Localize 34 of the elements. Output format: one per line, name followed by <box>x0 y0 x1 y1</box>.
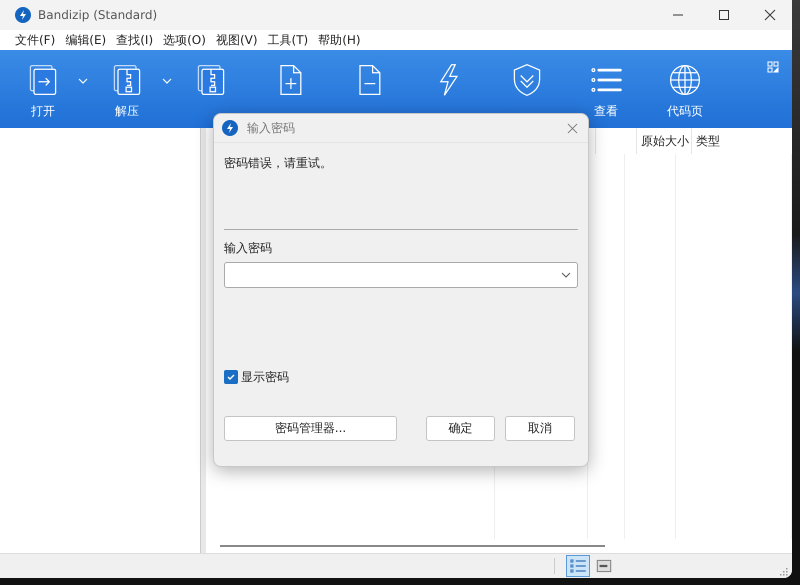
layout-grid-icon[interactable] <box>767 61 779 73</box>
globe-icon <box>667 62 703 98</box>
toolbar-button[interactable]: 代码页 <box>650 62 720 120</box>
app-logo-icon <box>15 7 31 23</box>
menu-item[interactable]: 编辑(E) <box>60 32 112 48</box>
caret-icon[interactable] <box>162 78 172 84</box>
dialog-title: 输入密码 <box>247 120 295 136</box>
window-title: Bandizip (Standard) <box>38 8 158 22</box>
menu-item[interactable]: 帮助(H) <box>313 32 366 48</box>
menu-item[interactable]: 文件(F) <box>10 32 60 48</box>
dialog-button[interactable]: 取消 <box>505 416 575 441</box>
toolbar-button[interactable]: 查看 <box>571 62 641 120</box>
menu-item[interactable]: 选项(O) <box>158 32 211 48</box>
close-icon[interactable] <box>764 9 776 21</box>
checkbox-label: 显示密码 <box>241 368 289 386</box>
maximize-icon[interactable] <box>718 9 730 21</box>
menu-item[interactable]: 工具(T) <box>262 32 314 48</box>
caret-icon[interactable] <box>78 78 88 84</box>
app-logo-icon <box>222 120 238 136</box>
menu-item[interactable]: 视图(V) <box>210 32 263 48</box>
error-message: 密码错误，请重试。 <box>224 155 333 172</box>
checkbox[interactable] <box>224 370 238 384</box>
toolbar-button[interactable]: 打开 <box>8 62 78 120</box>
dialog-button[interactable]: 确定 <box>426 416 495 441</box>
field-label: 输入密码 <box>224 240 273 257</box>
menu-item[interactable]: 查找(I) <box>111 32 158 48</box>
resize-grip-icon[interactable] <box>778 566 788 576</box>
password-field[interactable] <box>224 262 578 288</box>
dropdown-caret-icon[interactable] <box>561 272 571 278</box>
column-header[interactable]: 原始大小 <box>641 132 689 150</box>
column-header[interactable]: 类型 <box>696 132 720 150</box>
scrollbar-thumb[interactable] <box>220 545 605 547</box>
dialog-button[interactable]: 密码管理器... <box>224 416 397 441</box>
toolbar-button[interactable]: 解压 <box>92 62 162 120</box>
